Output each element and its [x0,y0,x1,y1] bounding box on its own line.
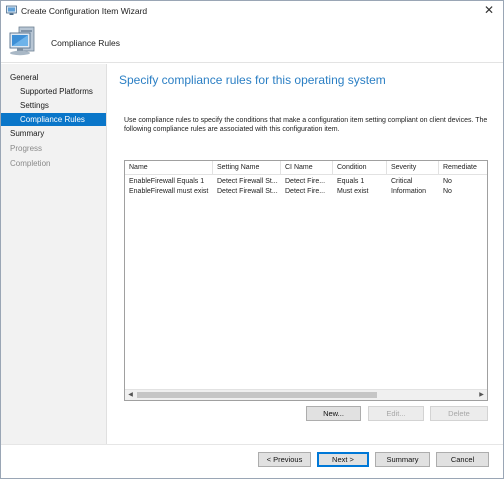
wizard-nav: General Supported Platforms Settings Com… [1,64,107,444]
page-heading: Specify compliance rules for this operat… [119,73,386,87]
nav-item-compliance-rules[interactable]: Compliance Rules [1,113,106,126]
column-header-ci-name[interactable]: CI Name [281,161,333,175]
wizard-header: Compliance Rules [1,21,503,63]
app-icon [6,5,17,16]
scroll-right-icon[interactable]: ▶ [476,390,487,400]
new-rule-button[interactable]: New... [306,406,361,421]
cell-setting-name: Detect Firewall St... [217,188,278,195]
column-header-severity[interactable]: Severity [387,161,439,175]
nav-item-supported-platforms[interactable]: Supported Platforms [20,85,93,98]
column-header-remediate[interactable]: Remediate [439,161,487,175]
delete-rule-button: Delete [430,406,488,421]
cancel-button[interactable]: Cancel [436,452,489,467]
scroll-left-icon[interactable]: ◀ [125,390,136,400]
scrollbar-thumb[interactable] [137,392,377,398]
cell-setting-name: Detect Firewall St... [217,178,278,185]
cell-condition: Must exist [337,188,369,195]
computer-monitor-icon [7,24,43,60]
column-header-condition[interactable]: Condition [333,161,387,175]
table-row[interactable]: EnableFirewall Equals 1 Detect Firewall … [125,177,487,187]
nav-item-summary[interactable]: Summary [10,127,44,140]
cell-name: EnableFirewall Equals 1 [129,178,205,185]
cell-ci-name: Detect Fire... [285,188,326,195]
column-header-name[interactable]: Name [125,161,213,175]
cell-remediate: No [443,188,452,195]
cell-severity: Critical [391,178,413,185]
next-button[interactable]: Next > [317,452,369,467]
title-bar: Create Configuration Item Wizard ✕ [1,1,503,21]
wizard-window: Create Configuration Item Wizard ✕ Compl… [0,0,504,479]
header-page-name: Compliance Rules [51,38,120,48]
cell-severity: Information [391,188,427,195]
cell-remediate: No [443,178,452,185]
nav-item-settings[interactable]: Settings [20,99,49,112]
edit-rule-button: Edit... [368,406,424,421]
compliance-rules-table[interactable]: Name Setting Name CI Name Condition Seve… [124,160,488,401]
nav-item-completion: Completion [10,159,51,168]
window-title: Create Configuration Item Wizard [21,6,148,16]
column-header-setting-name[interactable]: Setting Name [213,161,281,175]
cell-condition: Equals 1 [337,178,365,185]
cell-ci-name: Detect Fire... [285,178,326,185]
cell-name: EnableFirewall must exist [129,188,209,195]
nav-item-progress: Progress [10,144,43,153]
footer-divider [1,444,503,445]
table-row[interactable]: EnableFirewall must exist Detect Firewal… [125,187,487,197]
table-header: Name Setting Name CI Name Condition Seve… [125,161,487,175]
horizontal-scrollbar[interactable]: ◀ ▶ [125,389,487,400]
summary-button[interactable]: Summary [375,452,430,467]
page-description: Use compliance rules to specify the cond… [124,117,488,133]
nav-item-general[interactable]: General [10,71,38,84]
previous-button[interactable]: < Previous [258,452,311,467]
close-icon[interactable]: ✕ [479,2,499,19]
